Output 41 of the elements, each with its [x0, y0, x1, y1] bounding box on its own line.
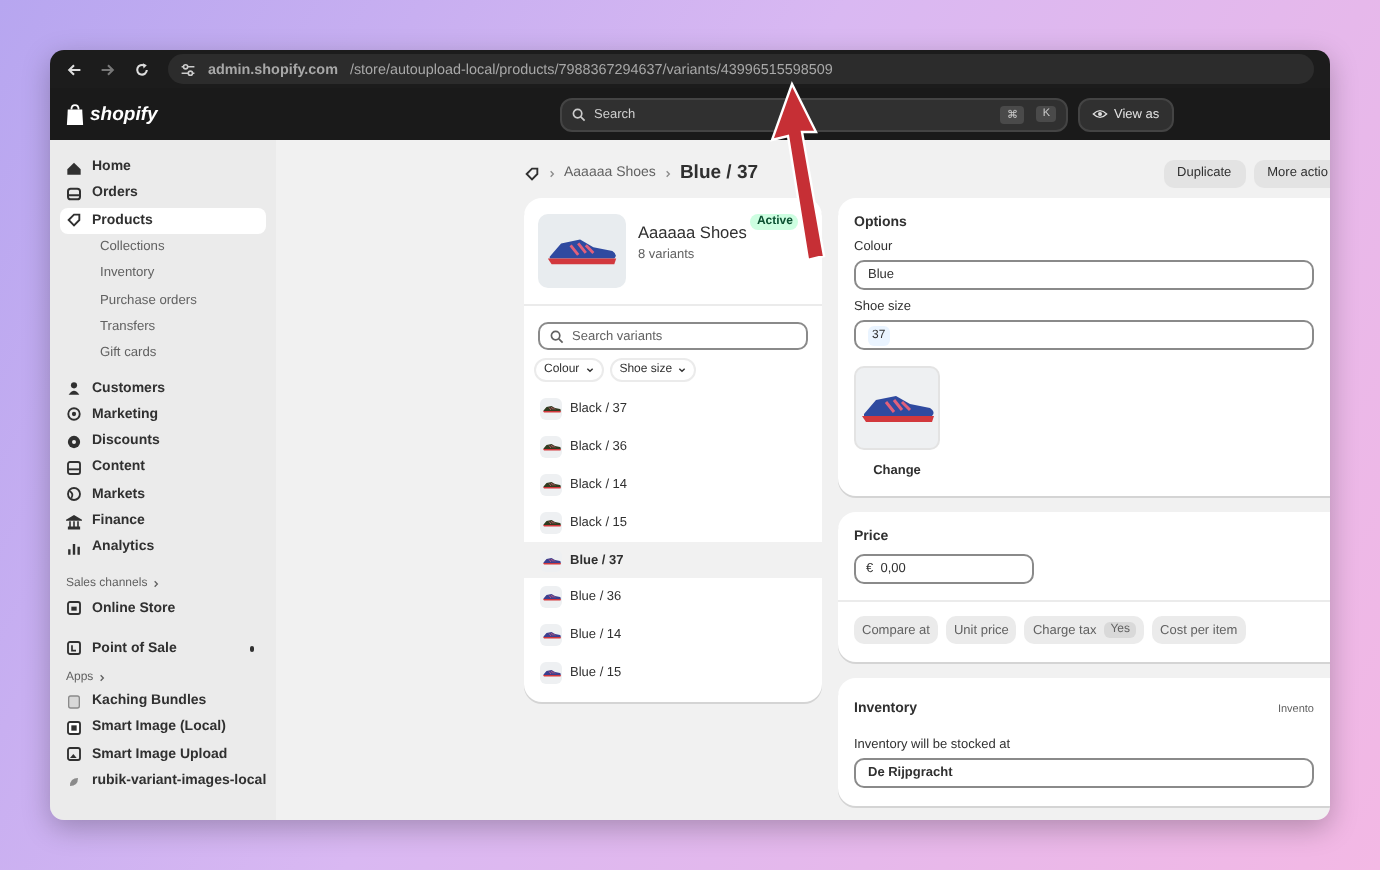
variant-image[interactable]: [854, 366, 940, 450]
tag-icon: [524, 165, 540, 181]
tag-icon: [66, 212, 82, 229]
product-name: Aaaaaa Shoes: [638, 220, 747, 242]
home-icon: [66, 159, 82, 176]
shoe-icon: [541, 630, 561, 641]
shoe-icon: [541, 555, 561, 565]
shoe-icon: [541, 403, 561, 414]
image-icon: [66, 746, 82, 763]
shopify-logo: shopify: [90, 103, 158, 125]
square-icon: [66, 719, 82, 736]
shoe-icon: [541, 592, 561, 603]
globe-icon: [66, 486, 82, 503]
site-settings-icon: [180, 61, 196, 77]
chevron-right-icon: [97, 674, 106, 683]
pin-dot-icon: [249, 646, 254, 652]
pos-icon: [66, 640, 82, 657]
shopping-bag-icon: [66, 103, 84, 125]
reload-icon: [134, 61, 150, 77]
target-icon: [66, 406, 82, 423]
bar-chart-icon: [66, 539, 82, 556]
bank-icon: [66, 513, 82, 529]
shoe-icon: [541, 479, 561, 490]
forward-arrow-icon: [100, 61, 116, 77]
person-icon: [66, 380, 82, 397]
leaf-icon: [66, 773, 82, 790]
chevron-right-icon: [548, 169, 556, 177]
shoe-icon: [541, 517, 561, 528]
shoe-icon: [541, 668, 561, 679]
tray-icon: [66, 185, 82, 202]
layout-icon: [66, 459, 82, 476]
chevron-right-icon: [151, 580, 160, 589]
shoe-icon: [541, 441, 561, 452]
back-arrow-icon: [66, 61, 82, 77]
chevron-down-icon: [585, 366, 594, 374]
store-icon: [66, 600, 82, 617]
eye-icon: [1092, 108, 1108, 120]
search-icon: [550, 329, 564, 343]
search-icon: [572, 107, 586, 121]
page-title: Blue / 37: [679, 162, 759, 184]
chevron-down-icon: [678, 366, 687, 374]
